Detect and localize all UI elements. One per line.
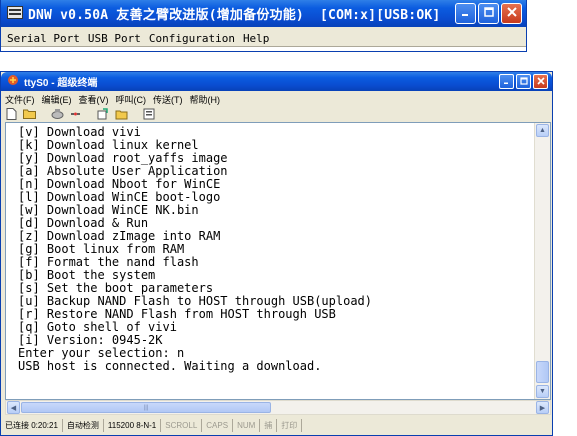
menu-transfer[interactable]: 传送(T) [153, 93, 183, 106]
menu-usb-port[interactable]: USB Port [88, 32, 141, 45]
dnw-app-icon [7, 5, 23, 22]
menu-configuration[interactable]: Configuration [149, 32, 235, 45]
hyperterminal-title-bar[interactable]: ttyS0 - 超级终端 [1, 72, 552, 91]
status-print: 打印 [277, 419, 303, 432]
disconnect-icon[interactable] [69, 107, 82, 120]
close-icon [536, 76, 545, 88]
menu-file[interactable]: 文件(F) [5, 93, 35, 106]
call-icon[interactable] [51, 107, 64, 120]
hyperterminal-window-title: ttyS0 - 超级终端 [24, 78, 98, 89]
menu-help[interactable]: 帮助(H) [190, 93, 221, 106]
dnw-connection-status: [COM:x][USB:OK] [320, 8, 441, 23]
scroll-left-icon[interactable]: ◀ [7, 401, 20, 414]
vertical-scroll-thumb[interactable] [536, 361, 549, 383]
status-capture: 捕 [260, 419, 278, 432]
terminal-text: [v] Download vivi [k] Download linux kern… [18, 126, 530, 373]
dnw-window-title: DNW v0.50A 友善之臂改进版(增加备份功能) [COM:x][USB:O… [28, 8, 441, 23]
status-caps: CAPS [202, 419, 234, 432]
hyperterminal-menu-bar: 文件(F) 编辑(E) 查看(V) 呼叫(C) 传送(T) 帮助(H) [1, 92, 552, 106]
menu-call[interactable]: 呼叫(C) [116, 93, 147, 106]
status-bar: 已连接 0:20:21 自动检测 115200 8-N-1 SCROLL CAP… [1, 417, 552, 434]
hyperterminal-toolbar [1, 106, 552, 121]
receive-icon[interactable] [115, 107, 128, 120]
dnw-menu-bar: Serial Port USB Port Configuration Help [1, 29, 526, 47]
status-num: NUM [233, 419, 261, 432]
maximize-icon [519, 76, 528, 88]
close-icon [506, 7, 517, 20]
properties-icon[interactable] [143, 107, 156, 120]
minimize-button[interactable] [499, 74, 514, 89]
horizontal-scrollbar[interactable]: ◀ ||| ▶ [5, 400, 551, 415]
scroll-up-icon[interactable]: ▲ [536, 124, 549, 137]
scroll-down-icon[interactable]: ▼ [536, 385, 549, 398]
minimize-button[interactable] [455, 3, 476, 24]
hyperterminal-app-icon [7, 74, 19, 89]
minimize-icon [461, 8, 470, 20]
status-baud: 115200 8-N-1 [104, 419, 162, 432]
close-button[interactable] [501, 3, 522, 24]
maximize-button[interactable] [478, 3, 499, 24]
maximize-icon [483, 7, 494, 20]
new-connection-icon[interactable] [5, 107, 18, 120]
send-icon[interactable] [97, 107, 110, 120]
status-connected-time: 已连接 0:20:21 [1, 419, 63, 432]
scroll-right-icon[interactable]: ▶ [536, 401, 549, 414]
maximize-button[interactable] [516, 74, 531, 89]
vertical-scrollbar[interactable]: ▲ ▼ [534, 123, 550, 399]
dnw-window: DNW v0.50A 友善之臂改进版(增加备份功能) [COM:x][USB:O… [0, 0, 527, 52]
hyperterminal-window: ttyS0 - 超级终端 文件(F) 编辑(E) 查看(V) 呼叫(C) 传送(… [0, 71, 553, 436]
menu-help[interactable]: Help [243, 32, 270, 45]
status-scroll: SCROLL [161, 419, 203, 432]
open-folder-icon[interactable] [23, 107, 36, 120]
dnw-client-area [1, 46, 526, 51]
menu-serial-port[interactable]: Serial Port [7, 32, 80, 45]
terminal-output[interactable]: [v] Download vivi [k] Download linux kern… [5, 122, 551, 400]
menu-edit[interactable]: 编辑(E) [42, 93, 72, 106]
close-button[interactable] [533, 74, 548, 89]
status-detect: 自动检测 [63, 419, 104, 432]
menu-view[interactable]: 查看(V) [79, 93, 109, 106]
minimize-icon [503, 76, 510, 88]
terminal-line: USB host is connected. Waiting a downloa… [18, 359, 322, 373]
horizontal-scroll-thumb[interactable]: ||| [21, 402, 271, 413]
dnw-title-bar[interactable]: DNW v0.50A 友善之臂改进版(增加备份功能) [COM:x][USB:O… [1, 0, 526, 27]
